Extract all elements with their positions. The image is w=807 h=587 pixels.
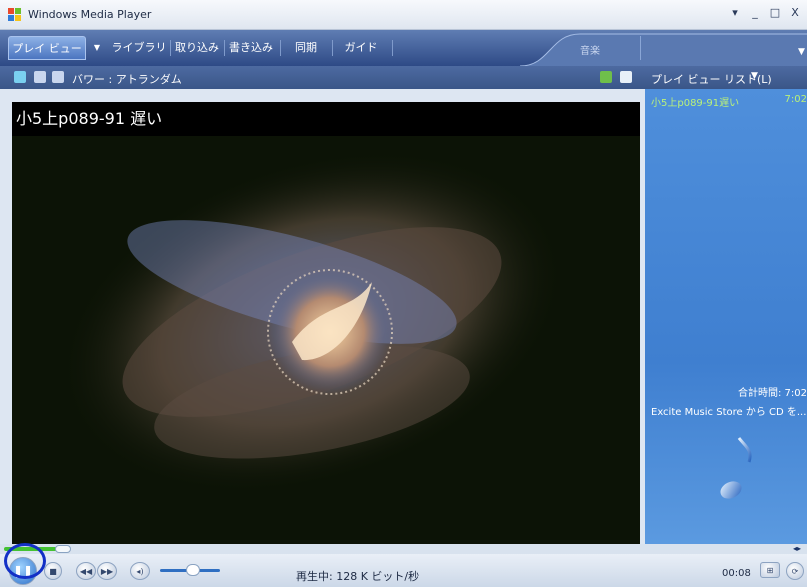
skin-mode-icon: ⊞ xyxy=(766,565,774,575)
stop-icon: ■ xyxy=(49,566,57,576)
seek-progress xyxy=(4,547,59,551)
playlist-dropdown-icon[interactable]: ▼ xyxy=(751,71,758,81)
video-track-title: 小5上p089-91 遅い xyxy=(12,102,640,136)
stop-button[interactable]: ■ xyxy=(44,562,62,580)
playlist-total-time: 合計時間: 7:02 xyxy=(737,388,807,399)
next-icon: ▶▶ xyxy=(100,566,114,576)
switch-to-skin-mode-button[interactable]: ⊞ xyxy=(760,562,780,578)
title-bar: Windows Media Player ▾ _ □ X xyxy=(0,0,807,30)
previous-icon: ◀◀ xyxy=(79,566,93,576)
visualization-name: バワー : アトランダム xyxy=(72,73,182,86)
full-screen-icon[interactable] xyxy=(620,71,632,83)
pause-icon: ❚❚ xyxy=(12,564,34,578)
enhancements-icon[interactable] xyxy=(600,71,612,83)
tab-divider xyxy=(224,40,225,56)
tab-sync[interactable]: 同期 xyxy=(284,36,328,60)
now-playing-options-icon[interactable] xyxy=(14,71,26,83)
tab-divider xyxy=(332,40,333,56)
playlist-item[interactable]: 小5上p089-91遅い 7:02 xyxy=(651,94,807,109)
elapsed-time: 00:08 xyxy=(722,568,751,579)
seek-thumb[interactable] xyxy=(55,545,71,553)
maximize-button[interactable]: □ xyxy=(767,6,783,19)
previous-button[interactable]: ◀◀ xyxy=(76,562,96,580)
speaker-icon: ◂) xyxy=(136,566,144,576)
playlist-pane: 小5上p089-91遅い 7:02 合計時間: 7:02 Excite Musi… xyxy=(645,89,807,544)
video-top-border xyxy=(12,89,640,102)
shuffle-button[interactable]: ⟳ xyxy=(786,562,804,580)
playlist-item-title: 小5上p089-91遅い xyxy=(651,98,740,109)
music-note-icon xyxy=(720,437,752,499)
mute-button[interactable]: ◂) xyxy=(130,562,150,580)
pause-button[interactable]: ❚❚ xyxy=(9,557,37,585)
window-title: Windows Media Player xyxy=(28,8,152,21)
next-visualization-icon[interactable] xyxy=(52,71,64,83)
visualization-canvas[interactable] xyxy=(12,102,640,544)
playlist-item-duration: 7:02 xyxy=(784,94,807,105)
tab-now-playing[interactable]: プレイ ビュー xyxy=(8,36,86,60)
music-category-label[interactable]: 音楽 xyxy=(580,42,600,57)
tab-divider xyxy=(170,40,171,56)
tab-guide[interactable]: ガイド xyxy=(336,36,386,60)
feature-tab-bar: プレイ ビュー ▼ ライブラリ 取り込み 書き込み 同期 ガイド ▼ 音楽 xyxy=(0,30,807,66)
playlist-header[interactable]: プレイ ビュー リスト(L) ▼ xyxy=(645,66,807,89)
media-player-app-icon xyxy=(8,8,21,21)
transport-controls: ❚❚ ■ ◀◀ ▶▶ ◂) 再生中: 128 K ビット/秒 00:08 ⊞ ⟳ xyxy=(0,543,807,587)
visualization-graphic xyxy=(59,149,565,495)
category-selector[interactable] xyxy=(640,40,800,60)
music-store-link[interactable]: Excite Music Store から CD を... xyxy=(651,403,806,418)
switch-to-compact-mode-icon[interactable]: ◂▸ xyxy=(793,544,801,553)
tab-divider xyxy=(280,40,281,56)
video-left-border xyxy=(0,89,12,544)
volume-slider-thumb[interactable] xyxy=(186,564,200,576)
window-menu-button[interactable]: ▾ xyxy=(727,6,743,19)
tab-burn[interactable]: 書き込み xyxy=(226,36,276,60)
playback-status: 再生中: 128 K ビット/秒 xyxy=(296,570,420,583)
close-button[interactable]: X xyxy=(787,6,803,19)
previous-visualization-icon[interactable] xyxy=(34,71,46,83)
next-button[interactable]: ▶▶ xyxy=(97,562,117,580)
now-playing-dropdown-icon[interactable]: ▼ xyxy=(90,36,104,60)
tab-library[interactable]: ライブラリ xyxy=(110,36,168,60)
shuffle-icon: ⟳ xyxy=(791,566,799,576)
seek-bar[interactable]: ◂▸ xyxy=(0,544,807,554)
tab-divider xyxy=(392,40,393,56)
now-playing-subheader: バワー : アトランダム xyxy=(0,66,645,89)
minimize-button[interactable]: _ xyxy=(747,6,763,19)
tab-rip[interactable]: 取り込み xyxy=(172,36,222,60)
